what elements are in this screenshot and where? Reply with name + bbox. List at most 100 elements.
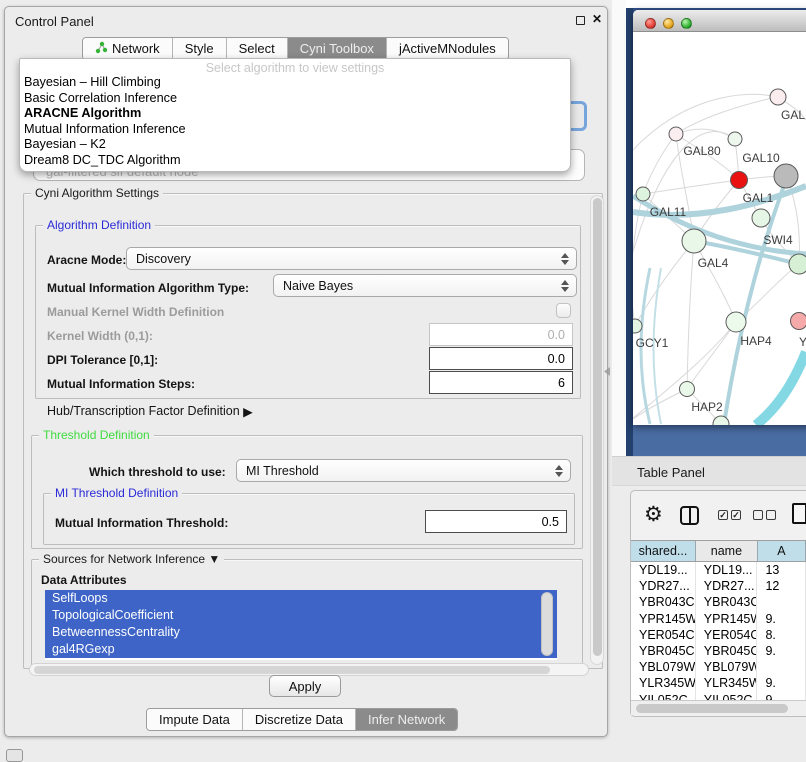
dpi-tolerance-field[interactable]: 0.0 xyxy=(429,347,573,370)
gear-icon[interactable]: ⚙ xyxy=(644,502,663,527)
dropdown-item[interactable]: ARACNE Algorithm xyxy=(20,106,570,122)
data-attributes-list[interactable]: SelfLoopsTopologicalCoefficientBetweenne… xyxy=(45,590,557,660)
minimized-panel-icon[interactable] xyxy=(6,749,23,762)
network-node[interactable] xyxy=(774,164,798,188)
sources-group-title[interactable]: Sources for Network Inference ▼ xyxy=(39,552,224,566)
tab-network[interactable]: Network xyxy=(83,38,173,59)
deselect-all-icon[interactable] xyxy=(753,510,776,520)
dropdown-item[interactable]: Mutual Information Inference xyxy=(20,122,570,138)
which-threshold-select[interactable]: MI Threshold xyxy=(236,459,571,482)
table-horizontal-scrollbar[interactable] xyxy=(631,700,806,715)
tab-impute-data[interactable]: Impute Data xyxy=(147,709,243,730)
hub-definition-label: Hub/Transcription Factor Definition xyxy=(47,404,240,418)
select-all-icon[interactable]: ✓✓ xyxy=(718,510,741,520)
settings-vertical-scrollbar[interactable] xyxy=(590,195,604,665)
attribute-list-item[interactable]: BetweennessCentrality xyxy=(45,624,557,641)
tab-style[interactable]: Style xyxy=(173,38,227,59)
manual-kernel-width-checkbox[interactable] xyxy=(556,303,571,318)
kernel-width-field[interactable]: 0.0 xyxy=(429,323,573,346)
network-node-gal11[interactable] xyxy=(636,187,650,201)
tab-label: jActiveMNodules xyxy=(399,41,496,56)
table-cell: 9. xyxy=(757,675,806,691)
network-edge[interactable] xyxy=(694,241,736,322)
tab-cyni-toolbox[interactable]: Cyni Toolbox xyxy=(288,38,387,59)
table-cell: YDL19... xyxy=(696,562,758,578)
table-row[interactable]: YLR345WYLR345W9. xyxy=(631,675,806,691)
network-node-swi4[interactable] xyxy=(752,209,770,227)
tab-infer-network[interactable]: Infer Network xyxy=(356,709,457,730)
zoom-traffic-light-icon[interactable] xyxy=(681,18,692,29)
table-row[interactable]: YDL19...YDL19...13 xyxy=(631,562,806,578)
minimize-traffic-light-icon[interactable] xyxy=(663,18,674,29)
attribute-list-item[interactable]: gal4RGexp xyxy=(45,641,557,658)
tab-select[interactable]: Select xyxy=(227,38,288,59)
network-window-titlebar[interactable] xyxy=(633,10,806,32)
network-node-gal80[interactable] xyxy=(669,127,683,141)
mi-algorithm-type-select[interactable]: Naive Bayes xyxy=(273,274,577,297)
mi-algorithm-type-label: Mutual Information Algorithm Type: xyxy=(47,281,249,295)
table-panel-header: Table Panel xyxy=(612,456,806,486)
network-node-gal10[interactable] xyxy=(728,132,742,146)
network-node-y[interactable] xyxy=(791,313,806,330)
network-node-gal4[interactable] xyxy=(682,229,706,253)
table-cell: YDL19... xyxy=(631,562,696,578)
panel-splitter[interactable] xyxy=(612,0,626,456)
canvas-top-strip xyxy=(626,0,806,8)
table-cell: YER054C xyxy=(696,627,758,643)
mi-threshold-field[interactable]: 0.5 xyxy=(425,510,567,533)
split-columns-icon[interactable] xyxy=(680,506,699,525)
which-threshold-value: MI Threshold xyxy=(246,464,319,478)
export-table-icon[interactable] xyxy=(792,503,806,524)
table-panel-title: Table Panel xyxy=(637,465,705,480)
dropdown-item[interactable]: Basic Correlation Inference xyxy=(20,91,570,107)
table-cell xyxy=(757,594,806,610)
network-node-gal[interactable] xyxy=(770,89,786,105)
apply-button[interactable]: Apply xyxy=(269,675,341,697)
table-cell: YDR27... xyxy=(631,578,696,594)
tab-discretize-data[interactable]: Discretize Data xyxy=(243,709,356,730)
network-edge[interactable] xyxy=(756,352,806,425)
network-canvas[interactable]: GALGAL80GAL10GAL1GAL11SWI4GAL4GCY1HAP4YH… xyxy=(633,32,806,425)
attributes-list-scrollbar[interactable] xyxy=(541,592,553,656)
column-header[interactable]: A xyxy=(758,541,806,561)
mi-steps-field[interactable]: 6 xyxy=(429,371,573,394)
column-header[interactable]: name xyxy=(696,541,758,561)
dropdown-item[interactable]: Bayesian – Hill Climbing xyxy=(20,75,570,91)
node-label: HAP2 xyxy=(691,400,723,414)
table-row[interactable]: YER054CYER054C8. xyxy=(631,627,806,643)
expand-right-icon: ▶ xyxy=(243,404,253,419)
network-edge[interactable] xyxy=(687,322,736,389)
table-row[interactable]: YDR27...YDR27...12 xyxy=(631,578,806,594)
network-window[interactable]: GALGAL80GAL10GAL1GAL11SWI4GAL4GCY1HAP4YH… xyxy=(633,10,806,425)
hub-definition-toggle[interactable]: Hub/Transcription Factor Definition ▶ xyxy=(47,403,253,418)
table-row[interactable]: YBR043CYBR043C xyxy=(631,594,806,610)
table-cell: 12 xyxy=(757,578,806,594)
network-node-gal1[interactable] xyxy=(731,172,748,189)
close-traffic-light-icon[interactable] xyxy=(645,18,656,29)
tab-jactivemnodules[interactable]: jActiveMNodules xyxy=(387,38,508,59)
tab-label: Network xyxy=(112,41,160,56)
table-row[interactable]: YBR045CYBR045C9. xyxy=(631,643,806,659)
table-row[interactable]: YPR145WYPR145W9. xyxy=(631,611,806,627)
tab-label: Style xyxy=(185,41,214,56)
network-node-hap2[interactable] xyxy=(680,382,695,397)
dropdown-item[interactable]: Bayesian – K2 xyxy=(20,137,570,153)
table-cell: YPR145W xyxy=(696,611,758,627)
network-node-gcy1[interactable] xyxy=(633,319,642,333)
table-header-row: shared...nameA xyxy=(631,540,806,562)
node-label: GAL10 xyxy=(742,151,780,165)
network-view-panel: GALGAL80GAL10GAL1GAL11SWI4GAL4GCY1HAP4YH… xyxy=(626,8,806,456)
aracne-mode-select[interactable]: Discovery xyxy=(126,247,577,270)
close-icon[interactable]: ✕ xyxy=(592,12,602,26)
float-window-icon[interactable] xyxy=(576,16,585,25)
attribute-list-item[interactable]: SelfLoops xyxy=(45,590,557,607)
attribute-list-item[interactable]: TopologicalCoefficient xyxy=(45,607,557,624)
column-header[interactable]: shared... xyxy=(631,541,696,561)
network-node[interactable] xyxy=(789,254,806,274)
table-row[interactable]: YBL079WYBL079W xyxy=(631,659,806,675)
network-edge[interactable] xyxy=(676,97,777,134)
network-edge[interactable] xyxy=(633,94,777,150)
algorithm-dropdown-popup: Select algorithm to view settings Bayesi… xyxy=(19,58,571,172)
network-node-hap4[interactable] xyxy=(726,312,746,332)
dropdown-item[interactable]: Dream8 DC_TDC Algorithm xyxy=(20,153,570,169)
